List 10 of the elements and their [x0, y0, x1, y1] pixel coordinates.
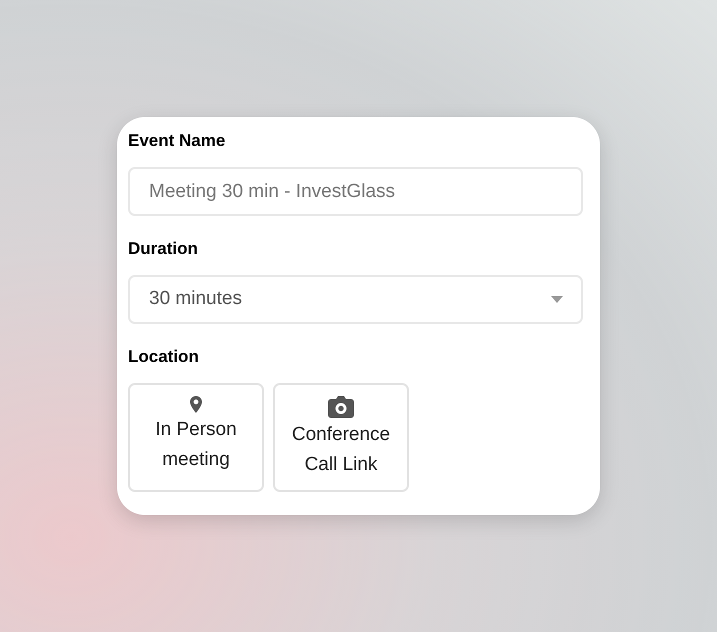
field-label: Location — [128, 346, 200, 368]
dropdown-caret-icon — [551, 296, 563, 303]
map-pin-icon — [190, 396, 202, 413]
camera-icon — [328, 396, 354, 418]
location-option-button[interactable]: In Person meeting — [128, 383, 264, 492]
event-name-field[interactable]: Meeting 30 min - InvestGlass — [128, 167, 583, 216]
field-label: Event Name — [128, 130, 226, 152]
location-option-button[interactable]: Conference Call Link — [273, 383, 409, 492]
duration-select[interactable]: 30 minutes — [128, 275, 583, 324]
field-label: Duration — [128, 238, 199, 260]
